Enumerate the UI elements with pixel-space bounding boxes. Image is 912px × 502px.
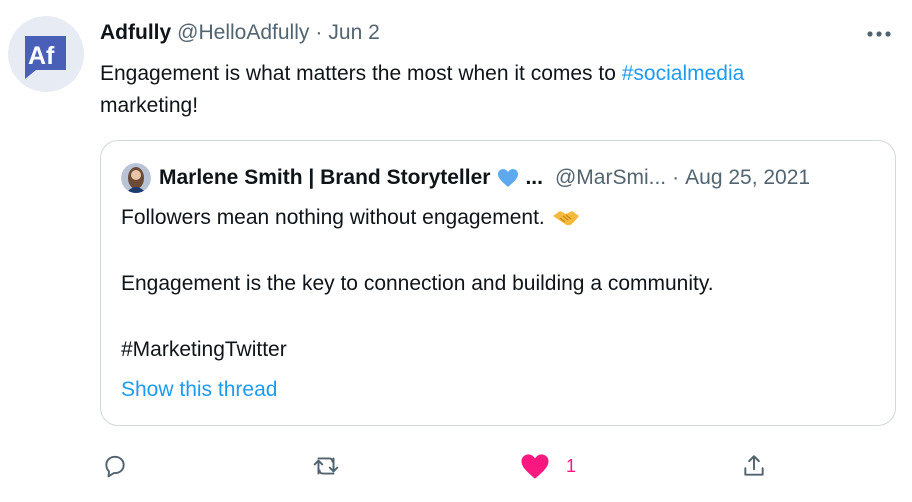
like-count: 1 (566, 455, 577, 476)
handshake-icon (552, 211, 579, 226)
quoted-tweet-header: Marlene Smith | Brand Storyteller ... @M… (121, 161, 810, 195)
heart-icon (521, 453, 549, 479)
more-icon[interactable] (864, 20, 894, 48)
hashtag-socialmedia[interactable]: #socialmedia (622, 62, 745, 85)
quoted-author-name[interactable]: Marlene Smith | Brand Storyteller (159, 166, 490, 190)
svg-text:Af: Af (28, 42, 55, 70)
quoted-tweet[interactable]: Marlene Smith | Brand Storyteller ... @M… (100, 140, 896, 426)
name-truncation: ... (525, 166, 543, 189)
tweet-text: Engagement is what matters the most when… (100, 58, 880, 122)
author-name[interactable]: Adfully (100, 21, 171, 45)
tweet-date[interactable]: Jun 2 (328, 21, 379, 45)
retweet-icon (313, 457, 339, 475)
date-separator: · (315, 21, 323, 44)
retweet-button[interactable] (312, 448, 340, 484)
like-button[interactable]: 1 (520, 448, 576, 484)
share-button[interactable] (741, 448, 767, 484)
blue-heart-icon (498, 169, 519, 187)
quoted-date[interactable]: Aug 25, 2021 (685, 166, 810, 190)
reply-icon (105, 455, 125, 478)
tweet-text-part1: Engagement is what matters the most when… (100, 62, 622, 85)
reply-button[interactable] (102, 448, 128, 484)
quoted-author-avatar[interactable] (121, 163, 151, 193)
show-thread-link[interactable]: Show this thread (121, 375, 277, 405)
quoted-hashtag[interactable]: #MarketingTwitter (121, 335, 287, 365)
share-icon (744, 455, 764, 476)
quoted-author-handle[interactable]: @MarSmi... (555, 166, 666, 190)
author-avatar[interactable]: Af (8, 16, 84, 92)
quoted-text-line1-label: Followers mean nothing without engagemen… (121, 206, 545, 229)
quoted-text-line1: Followers mean nothing without engagemen… (121, 203, 581, 233)
quoted-date-separator: · (672, 166, 680, 189)
quoted-text-line2: Engagement is the key to connection and … (121, 272, 714, 295)
author-handle[interactable]: @HelloAdfully (177, 21, 309, 45)
tweet-header: Adfully @HelloAdfully · Jun 2 (100, 19, 380, 47)
adfully-logo: Af (25, 36, 66, 79)
tweet-text-part2: marketing! (100, 94, 199, 117)
tweet-actions: 1 (100, 448, 780, 484)
